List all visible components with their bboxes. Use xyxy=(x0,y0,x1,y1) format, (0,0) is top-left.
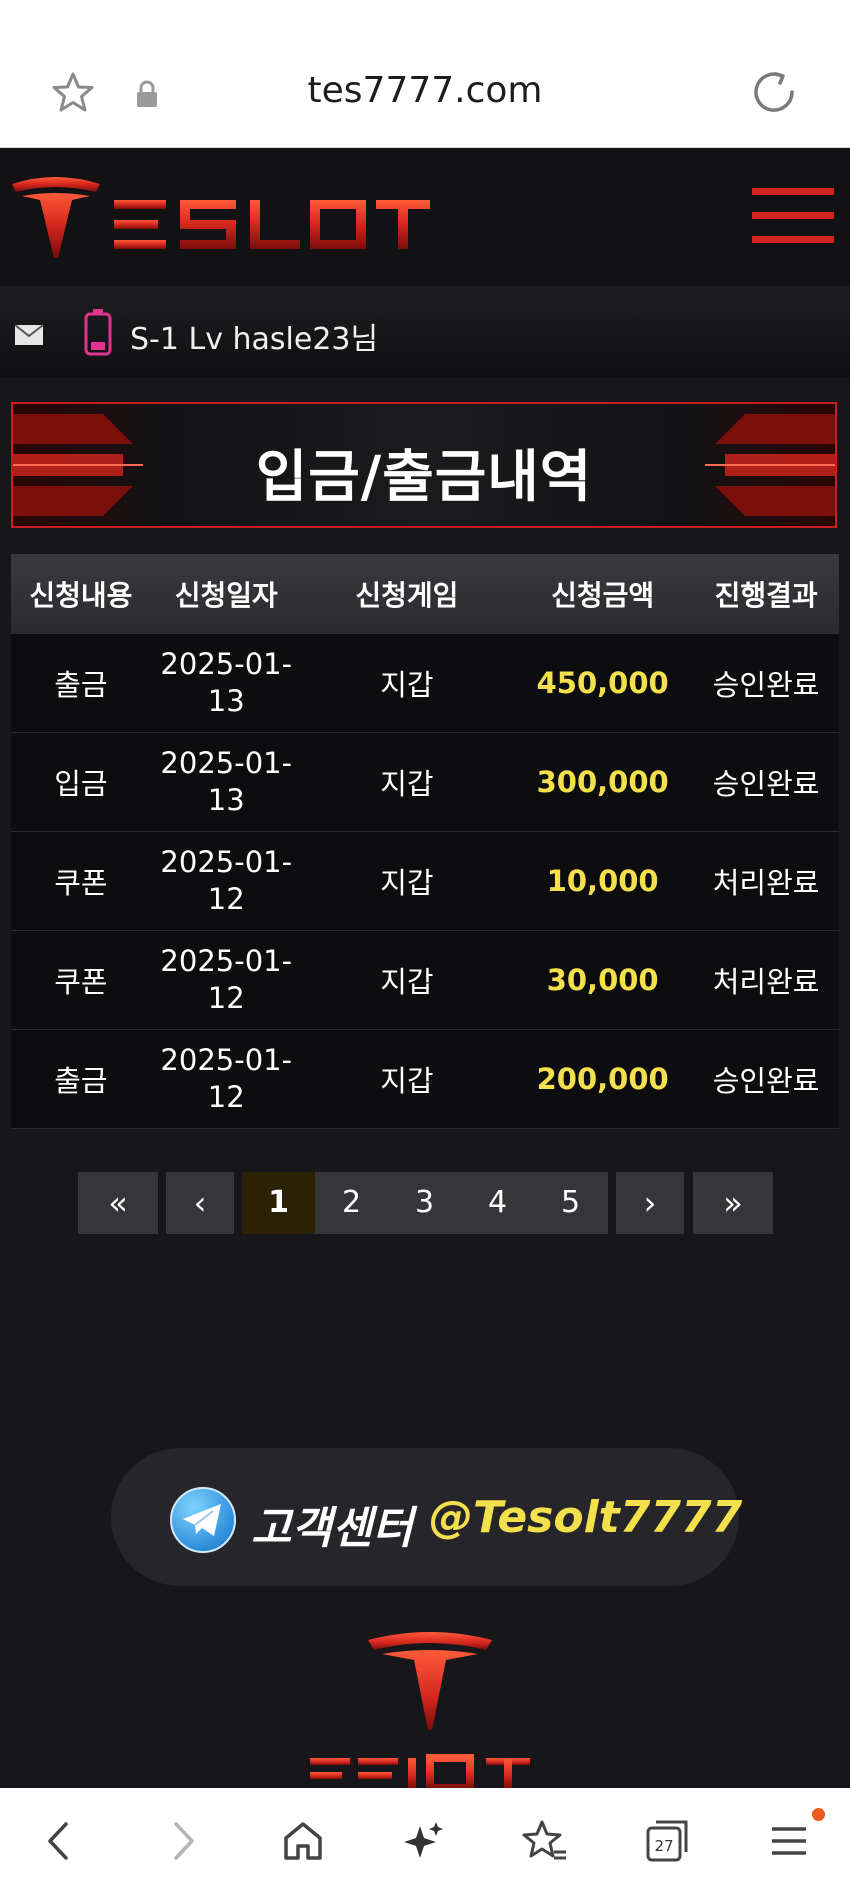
table-row: 쿠폰 2025-01-12 지갑 30,000 처리완료 xyxy=(11,930,839,1030)
menu-icon[interactable] xyxy=(764,1816,814,1866)
cell-date: 2025-01-12 xyxy=(150,831,302,931)
bookmarks-icon[interactable] xyxy=(520,1816,570,1866)
page-title-banner: 입금/출금내역 xyxy=(11,402,837,528)
cell-date: 2025-01-12 xyxy=(150,1029,302,1129)
cell-status: 처리완료 xyxy=(693,831,839,931)
cell-type: 입금 xyxy=(11,732,151,832)
browser-toolbar: tes7777.com xyxy=(0,0,850,148)
table-row: 쿠폰 2025-01-12 지갑 10,000 처리완료 xyxy=(11,831,839,931)
sparkle-icon[interactable] xyxy=(400,1816,450,1866)
back-icon[interactable] xyxy=(34,1816,84,1866)
user-info-bar: S-1 Lv hasle23님 xyxy=(0,286,850,378)
page-4-button[interactable]: 4 xyxy=(461,1172,534,1234)
table-row: 출금 2025-01-13 지갑 450,000 승인완료 xyxy=(11,634,839,733)
level-battery-icon xyxy=(84,309,112,356)
page-5-button[interactable]: 5 xyxy=(534,1172,607,1234)
site-header xyxy=(0,148,850,286)
header-request-date: 신청일자 xyxy=(150,554,302,634)
customer-center-button[interactable]: 고객센터 @Tesolt7777 xyxy=(111,1448,743,1586)
footer-teslot-logo xyxy=(310,1632,530,1790)
transaction-history-table: 신청내용 신청일자 신청게임 신청금액 진행결과 출금 2025-01-13 지… xyxy=(11,554,839,1129)
user-level-name: S-1 Lv hasle23님 xyxy=(130,322,379,357)
page-2-button[interactable]: 2 xyxy=(315,1172,388,1234)
table-row: 출금 2025-01-12 지갑 200,000 승인완료 xyxy=(11,1029,839,1129)
cell-game: 지갑 xyxy=(301,634,513,733)
cell-amount: 300,000 xyxy=(512,732,694,832)
next-page-button[interactable]: › xyxy=(616,1172,684,1234)
cell-amount: 10,000 xyxy=(512,831,694,931)
hamburger-menu-icon[interactable] xyxy=(752,188,834,248)
first-page-button[interactable]: « xyxy=(78,1172,158,1234)
teslot-logo[interactable] xyxy=(10,170,430,266)
cell-game: 지갑 xyxy=(301,831,513,931)
cell-type: 쿠폰 xyxy=(11,930,151,1030)
home-icon[interactable] xyxy=(278,1816,328,1866)
cell-date: 2025-01-13 xyxy=(150,634,302,733)
telegram-icon xyxy=(170,1487,236,1553)
cell-date: 2025-01-12 xyxy=(150,930,302,1030)
cell-type: 쿠폰 xyxy=(11,831,151,931)
cell-type: 출금 xyxy=(11,634,151,733)
cell-game: 지갑 xyxy=(301,930,513,1030)
header-request-amount: 신청금액 xyxy=(512,554,694,634)
cell-status: 승인완료 xyxy=(693,732,839,832)
address-bar-url[interactable]: tes7777.com xyxy=(0,70,850,111)
cell-game: 지갑 xyxy=(301,1029,513,1129)
cell-amount: 200,000 xyxy=(512,1029,694,1129)
header-status: 진행결과 xyxy=(693,554,839,634)
cell-amount: 30,000 xyxy=(512,930,694,1030)
cell-date: 2025-01-13 xyxy=(150,732,302,832)
page-1-button[interactable]: 1 xyxy=(242,1172,315,1234)
mail-icon[interactable] xyxy=(14,324,44,346)
pagination: « ‹ 1 2 3 4 5 › » xyxy=(0,1172,850,1234)
table-header-row: 신청내용 신청일자 신청게임 신청금액 진행결과 xyxy=(11,554,839,634)
cell-status: 승인완료 xyxy=(693,634,839,733)
header-request-type: 신청내용 xyxy=(11,554,151,634)
header-request-game: 신청게임 xyxy=(301,554,513,634)
notification-dot xyxy=(812,1808,825,1821)
tabs-count: 27 xyxy=(654,1837,673,1855)
cell-status: 처리완료 xyxy=(693,930,839,1030)
prev-page-button[interactable]: ‹ xyxy=(166,1172,234,1234)
last-page-button[interactable]: » xyxy=(693,1172,773,1234)
page-3-button[interactable]: 3 xyxy=(388,1172,461,1234)
cell-game: 지갑 xyxy=(301,732,513,832)
table-row: 입금 2025-01-13 지갑 300,000 승인완료 xyxy=(11,732,839,832)
tabs-icon[interactable]: 27 xyxy=(642,1816,692,1866)
page-number-group: 1 2 3 4 5 xyxy=(242,1172,608,1234)
telegram-handle: @Tesolt7777 xyxy=(429,1492,743,1543)
customer-center-label: 고객센터 xyxy=(251,1503,413,1554)
browser-bottom-toolbar: 27 xyxy=(0,1788,850,1898)
forward-icon[interactable] xyxy=(158,1816,208,1866)
page-title: 입금/출금내역 xyxy=(255,445,593,510)
cell-type: 출금 xyxy=(11,1029,151,1129)
cell-amount: 450,000 xyxy=(512,634,694,733)
reload-icon[interactable] xyxy=(752,70,796,114)
cell-status: 승인완료 xyxy=(693,1029,839,1129)
